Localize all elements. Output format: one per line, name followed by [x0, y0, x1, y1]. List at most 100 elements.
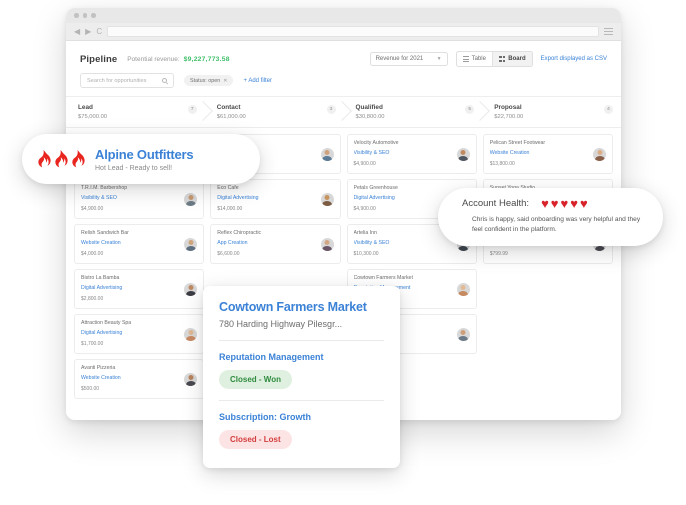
stage-amount: $75,000.00: [78, 114, 108, 120]
opportunity-card[interactable]: Eco Cafe Digital Advertising $14,000.00: [210, 179, 341, 219]
account-health-row: Account Health: ♥ ♥ ♥ ♥ ♥: [462, 197, 647, 210]
popup-deal-one-name: Reputation Management: [219, 352, 324, 362]
board-column: Pelican Street Footwear Website Creation $…: [482, 134, 613, 399]
divider: [219, 400, 384, 401]
page-title: Pipeline: [80, 53, 118, 65]
filter-chip-status[interactable]: Status: open ✕: [184, 75, 234, 86]
card-amount: $4,000.00: [81, 250, 104, 257]
heart-icon: ♥: [560, 196, 569, 211]
card-company: Pelican Street Footwear: [489, 140, 546, 146]
search-input[interactable]: Search for opportunities: [80, 73, 174, 88]
card-amount: $1,700.00: [81, 340, 104, 347]
card-amount: $4,900.00: [353, 160, 376, 167]
filter-bar: Search for opportunities Status: open ✕ …: [66, 73, 621, 96]
flame-icon: [55, 150, 68, 168]
back-arrow-icon[interactable]: ◀: [74, 27, 80, 36]
tab-board-view[interactable]: Board: [491, 52, 532, 66]
card-amount: $799.99: [489, 250, 508, 257]
search-icon: [162, 78, 167, 83]
header-controls: Revenue for 2021 ▼ Table Board Export di…: [369, 51, 607, 67]
tab-table-view[interactable]: Table: [457, 52, 492, 66]
export-csv-link[interactable]: Export displayed as CSV: [541, 56, 607, 62]
card-company: Bistro La Bamba: [81, 275, 120, 281]
stage-amount: $61,000.00: [216, 114, 246, 120]
stage-count-badge: 5: [465, 105, 475, 114]
card-service: Website Creation: [81, 239, 121, 246]
stage-count-badge: 7: [187, 105, 197, 114]
avatar: [320, 193, 334, 206]
opportunity-card[interactable]: Velocity Automotive Visibility & SEO $4,90…: [346, 134, 477, 174]
avatar: [456, 148, 470, 161]
heart-icon: ♥: [579, 196, 588, 211]
browser-titlebar: [66, 8, 621, 23]
avatar: [184, 193, 198, 206]
chevron-down-icon: ▼: [436, 56, 442, 62]
flame-rating: [36, 150, 85, 168]
heart-icon: ♥: [541, 196, 549, 211]
avatar: [320, 148, 334, 161]
stage-column-header[interactable]: Contact $61,000.00 3: [205, 97, 344, 127]
stage-column-header[interactable]: Lead $75,000.00 7: [66, 97, 205, 127]
card-company: Avanti Pizzeria: [81, 365, 116, 371]
heart-icon: ♥: [550, 196, 559, 211]
stage-amount: $22,700.00: [494, 114, 524, 120]
popup-deal-two-name: Subscription: Growth: [219, 412, 311, 422]
tab-table-label: Table: [471, 56, 486, 62]
potential-revenue-value: $9,227,773.58: [183, 55, 230, 63]
potential-revenue-label: Potential revenue:: [127, 55, 180, 63]
flame-icon: [72, 150, 85, 168]
window-close-button[interactable]: [74, 13, 79, 18]
card-service: App Creation: [217, 239, 248, 246]
heart-rating: ♥ ♥ ♥ ♥ ♥: [541, 197, 588, 210]
reload-icon[interactable]: C: [96, 27, 102, 36]
add-filter-button[interactable]: + Add filter: [243, 78, 272, 84]
card-company: Reflex Chiropractic: [217, 230, 262, 236]
forward-arrow-icon[interactable]: ▶: [85, 27, 91, 36]
opportunity-card[interactable]: Avanti Pizzeria Website Creation $500.00: [74, 359, 205, 399]
status-badge-lost: Closed - Lost: [219, 430, 292, 449]
filter-chip-label: Status: open: [190, 77, 221, 84]
account-health-note: Chris is happy, said onboarding was very…: [472, 216, 641, 234]
card-service: Digital Advertising: [217, 194, 259, 201]
card-company: Cowtown Farmers Market: [353, 275, 413, 281]
opportunity-card[interactable]: Relish Sandwich Bar Website Creation $4,00…: [74, 224, 205, 264]
card-service: Visibility & SEO: [353, 149, 390, 156]
view-toggle: Table Board: [455, 51, 533, 67]
avatar: [184, 328, 198, 341]
opportunity-card[interactable]: T.R.I.M. Barbershop Visibility & SEO $4,90…: [74, 179, 205, 219]
card-amount: $14,000.00: [217, 205, 243, 212]
avatar: [184, 238, 198, 251]
stage-column-header[interactable]: Qualified $30,800.00 5: [344, 97, 483, 127]
card-company: T.R.I.M. Barbershop: [81, 185, 128, 191]
card-service: Digital Advertising: [81, 284, 123, 291]
popup-alpine-title: Alpine Outfitters: [95, 146, 194, 162]
screenshot-root: ◀ ▶ C Pipeline Potential revenue: $9,227…: [0, 0, 686, 505]
status-badge-won: Closed - Won: [219, 370, 292, 389]
avatar: [184, 373, 198, 386]
card-service: Visibility & SEO: [81, 194, 117, 201]
revenue-period-value: Revenue for 2021: [375, 56, 424, 62]
stage-column-header[interactable]: Proposal $22,700.00 4: [482, 97, 621, 127]
popup-cowtown-title: Cowtown Farmers Market: [219, 300, 367, 314]
window-maximize-button[interactable]: [91, 13, 96, 18]
revenue-period-select[interactable]: Revenue for 2021 ▼: [369, 52, 448, 66]
window-minimize-button[interactable]: [82, 13, 87, 18]
opportunity-card[interactable]: Attraction Beauty Spa Digital Advertising…: [74, 314, 205, 354]
opportunity-card[interactable]: Reflex Chiropractic App Creation $6,600.00: [210, 224, 341, 264]
stage-amount: $30,800.00: [355, 114, 385, 120]
url-input[interactable]: [107, 26, 599, 37]
avatar: [320, 238, 334, 251]
card-company: Attraction Beauty Spa: [81, 320, 132, 326]
opportunity-card[interactable]: Bistro La Bamba Digital Advertising $2,800…: [74, 269, 205, 309]
stage-name: Lead: [78, 104, 93, 111]
hamburger-menu-icon[interactable]: [604, 28, 613, 35]
search-placeholder: Search for opportunities: [87, 77, 147, 84]
card-company: Relish Sandwich Bar: [81, 230, 129, 236]
rows-icon: [462, 56, 469, 62]
browser-toolbar: ◀ ▶ C: [66, 23, 621, 41]
stage-count-badge: 4: [604, 105, 613, 114]
stage-name: Proposal: [494, 104, 522, 111]
close-icon[interactable]: ✕: [223, 78, 227, 84]
heart-icon: ♥: [570, 196, 578, 211]
opportunity-card[interactable]: Pelican Street Footwear Website Creation $…: [482, 134, 613, 174]
